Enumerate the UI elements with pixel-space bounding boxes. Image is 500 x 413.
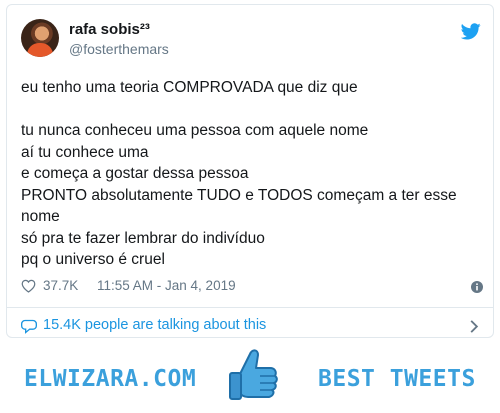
info-icon[interactable] [471,281,483,293]
brand-left-text[interactable]: ELWIZARA.COM [24,366,196,392]
avatar[interactable] [21,19,59,57]
tweet-timestamp[interactable]: 11:55 AM - Jan 4, 2019 [97,278,236,293]
site-footer-banner: ELWIZARA.COM BEST TWEETS [0,344,500,413]
tweet-header: rafa sobis²³ @fosterthemars [21,19,481,63]
heart-icon[interactable] [21,279,36,293]
divider [7,307,493,308]
tweet-text: eu tenho uma teoria COMPROVADA que diz q… [21,79,457,268]
talking-about-label[interactable]: 15.4K people are talking about this [43,317,266,333]
tweet-card: rafa sobis²³ @fosterthemars eu tenho uma… [6,4,494,338]
chevron-right-icon[interactable] [469,319,479,334]
author-handle[interactable]: @fosterthemars [69,41,169,57]
tweet-meta: 37.7K 11:55 AM - Jan 4, 2019 [21,278,483,298]
speech-bubble-icon [21,319,37,334]
twitter-bird-icon[interactable] [461,23,481,40]
brand-right-text[interactable]: BEST TWEETS [318,366,476,392]
thumbs-up-icon [229,349,278,400]
author-display-name[interactable]: rafa sobis²³ [69,21,150,38]
like-count[interactable]: 37.7K [43,278,78,293]
conversation-link[interactable]: 15.4K people are talking about this [21,317,481,337]
